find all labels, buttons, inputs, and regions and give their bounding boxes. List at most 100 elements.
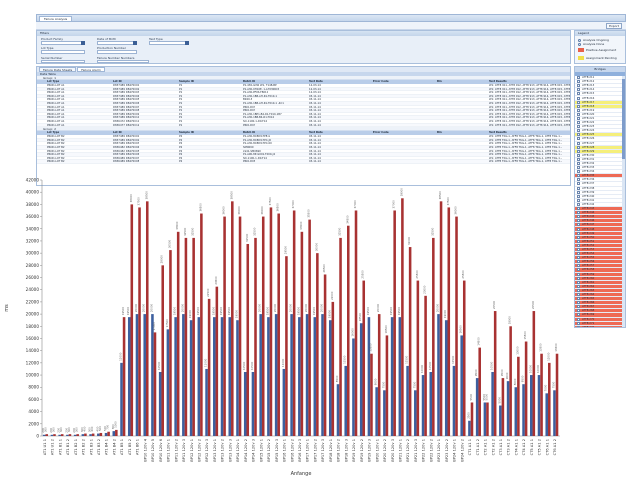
checkbox-icon[interactable] <box>577 297 580 301</box>
data-label: 11500 <box>405 355 409 364</box>
checkbox-icon[interactable] <box>577 125 580 129</box>
checkbox-icon[interactable] <box>577 182 580 186</box>
checkbox-icon[interactable] <box>577 141 580 145</box>
checkbox-icon[interactable] <box>577 80 580 84</box>
bar-series-1 <box>73 434 77 436</box>
product-family-dropdown-icon[interactable] <box>81 41 85 45</box>
checkbox-icon[interactable] <box>577 162 580 166</box>
checkbox-icon[interactable] <box>577 116 580 120</box>
data-label: 19500 <box>366 307 370 316</box>
test-type-dropdown-icon[interactable] <box>185 41 189 45</box>
checkbox-icon[interactable] <box>577 313 580 317</box>
tab-failure-alarm[interactable]: Failure Alarm <box>77 67 105 72</box>
table-cell: PROD-LOT B2 <box>47 160 65 164</box>
export-button[interactable]: Export <box>606 23 622 29</box>
bar-series-2 <box>424 295 427 436</box>
bar-series-2 <box>269 207 273 436</box>
checkbox-icon[interactable] <box>577 321 580 325</box>
checkbox-icon[interactable] <box>577 301 580 305</box>
checkbox-icon[interactable] <box>577 178 580 182</box>
checkbox-icon[interactable] <box>577 309 580 313</box>
checkbox-icon[interactable] <box>577 211 580 215</box>
checkbox-icon[interactable] <box>577 231 580 235</box>
checkbox-icon[interactable] <box>577 272 580 276</box>
checkbox-icon[interactable] <box>577 247 580 251</box>
checkbox-icon[interactable] <box>577 268 580 272</box>
checkbox-icon[interactable] <box>577 223 580 227</box>
checkbox-icon[interactable] <box>577 276 580 280</box>
checkbox-icon[interactable] <box>577 317 580 321</box>
bar-series-1 <box>305 314 309 436</box>
checkbox-icon[interactable] <box>577 174 580 178</box>
checklist-scroll-thumb[interactable] <box>622 79 625 159</box>
checkbox-icon[interactable] <box>577 157 580 161</box>
checkbox-icon[interactable] <box>577 88 580 92</box>
checkbox-icon[interactable] <box>577 129 580 133</box>
bar-series-1 <box>197 317 201 436</box>
checkbox-icon[interactable] <box>577 92 580 96</box>
checkbox-icon[interactable] <box>577 76 580 80</box>
checkbox-icon[interactable] <box>577 239 580 243</box>
data-label: 400 <box>90 426 94 431</box>
checkbox-icon[interactable] <box>577 207 580 211</box>
checkbox-icon[interactable] <box>577 219 580 223</box>
checkbox-icon[interactable] <box>577 325 580 327</box>
checkbox-icon[interactable] <box>577 112 580 116</box>
date-of-birth-field[interactable] <box>97 41 137 45</box>
checkbox-icon[interactable] <box>577 194 580 198</box>
bar-series-2 <box>377 314 381 436</box>
table-cell: PROD-LOT A1 <box>47 123 65 127</box>
table-cell: D836489 D8470C08 <box>113 160 140 164</box>
failure-numbers-field[interactable] <box>97 60 149 63</box>
bar-series-1 <box>290 314 293 436</box>
checkbox-icon[interactable] <box>577 202 580 206</box>
checkbox-icon[interactable] <box>577 108 580 112</box>
data-label: 33500 <box>175 221 179 230</box>
checkbox-icon[interactable] <box>577 170 580 174</box>
checkbox-icon[interactable] <box>577 280 580 284</box>
checkbox-icon[interactable] <box>577 153 580 157</box>
bar-series-2 <box>277 213 280 436</box>
bar-series-1 <box>66 434 69 436</box>
checkbox-icon[interactable] <box>577 227 580 231</box>
bar-series-1 <box>359 323 363 436</box>
checkbox-icon[interactable] <box>577 293 580 297</box>
checkbox-icon[interactable] <box>577 166 580 170</box>
test-type-field[interactable] <box>149 41 189 45</box>
checkbox-icon[interactable] <box>577 288 580 292</box>
table-row[interactable]: PROD-LOT A1 D836477 D8470C12 P1 PRIO-D03 03-… <box>37 123 570 128</box>
checkbox-icon[interactable] <box>577 145 580 149</box>
checkbox-icon[interactable] <box>577 100 580 104</box>
checkbox-icon[interactable] <box>577 186 580 190</box>
checkbox-icon[interactable] <box>577 133 580 137</box>
checkbox-icon[interactable] <box>577 215 580 219</box>
checkbox-icon[interactable] <box>577 235 580 239</box>
checkbox-icon[interactable] <box>577 190 580 194</box>
radio-icon[interactable] <box>578 42 581 46</box>
data-label: 10000 <box>420 364 424 373</box>
checkbox-icon[interactable] <box>577 256 580 260</box>
checkbox-icon[interactable] <box>577 149 580 153</box>
bar-series-2 <box>532 311 536 436</box>
option-analysis-done[interactable]: Analysis Done <box>578 42 604 46</box>
checkbox-icon[interactable] <box>577 198 580 202</box>
checkbox-icon[interactable] <box>577 284 580 288</box>
production-number-field[interactable] <box>97 50 137 54</box>
serial-number-field[interactable] <box>41 60 85 63</box>
checkbox-icon[interactable] <box>577 137 580 141</box>
checkbox-icon[interactable] <box>577 264 580 268</box>
checkbox-icon[interactable] <box>577 121 580 125</box>
date-of-birth-dropdown-icon[interactable] <box>133 41 137 45</box>
checkbox-icon[interactable] <box>577 260 580 264</box>
checkbox-icon[interactable] <box>577 252 580 256</box>
table-row[interactable]: PROD-LOT B2 D836489 D8470C08 P2 PRIO-D08 03-… <box>37 160 570 164</box>
lot-type-field[interactable] <box>41 50 85 54</box>
checkbox-icon[interactable] <box>577 305 580 309</box>
checklist-item[interactable]: ATTB 272 <box>575 325 625 327</box>
bar-series-1 <box>375 387 378 436</box>
checkbox-icon[interactable] <box>577 96 580 100</box>
product-family-field[interactable] <box>41 41 85 45</box>
checkbox-icon[interactable] <box>577 84 580 88</box>
checkbox-icon[interactable] <box>577 104 580 108</box>
checkbox-icon[interactable] <box>577 243 580 247</box>
